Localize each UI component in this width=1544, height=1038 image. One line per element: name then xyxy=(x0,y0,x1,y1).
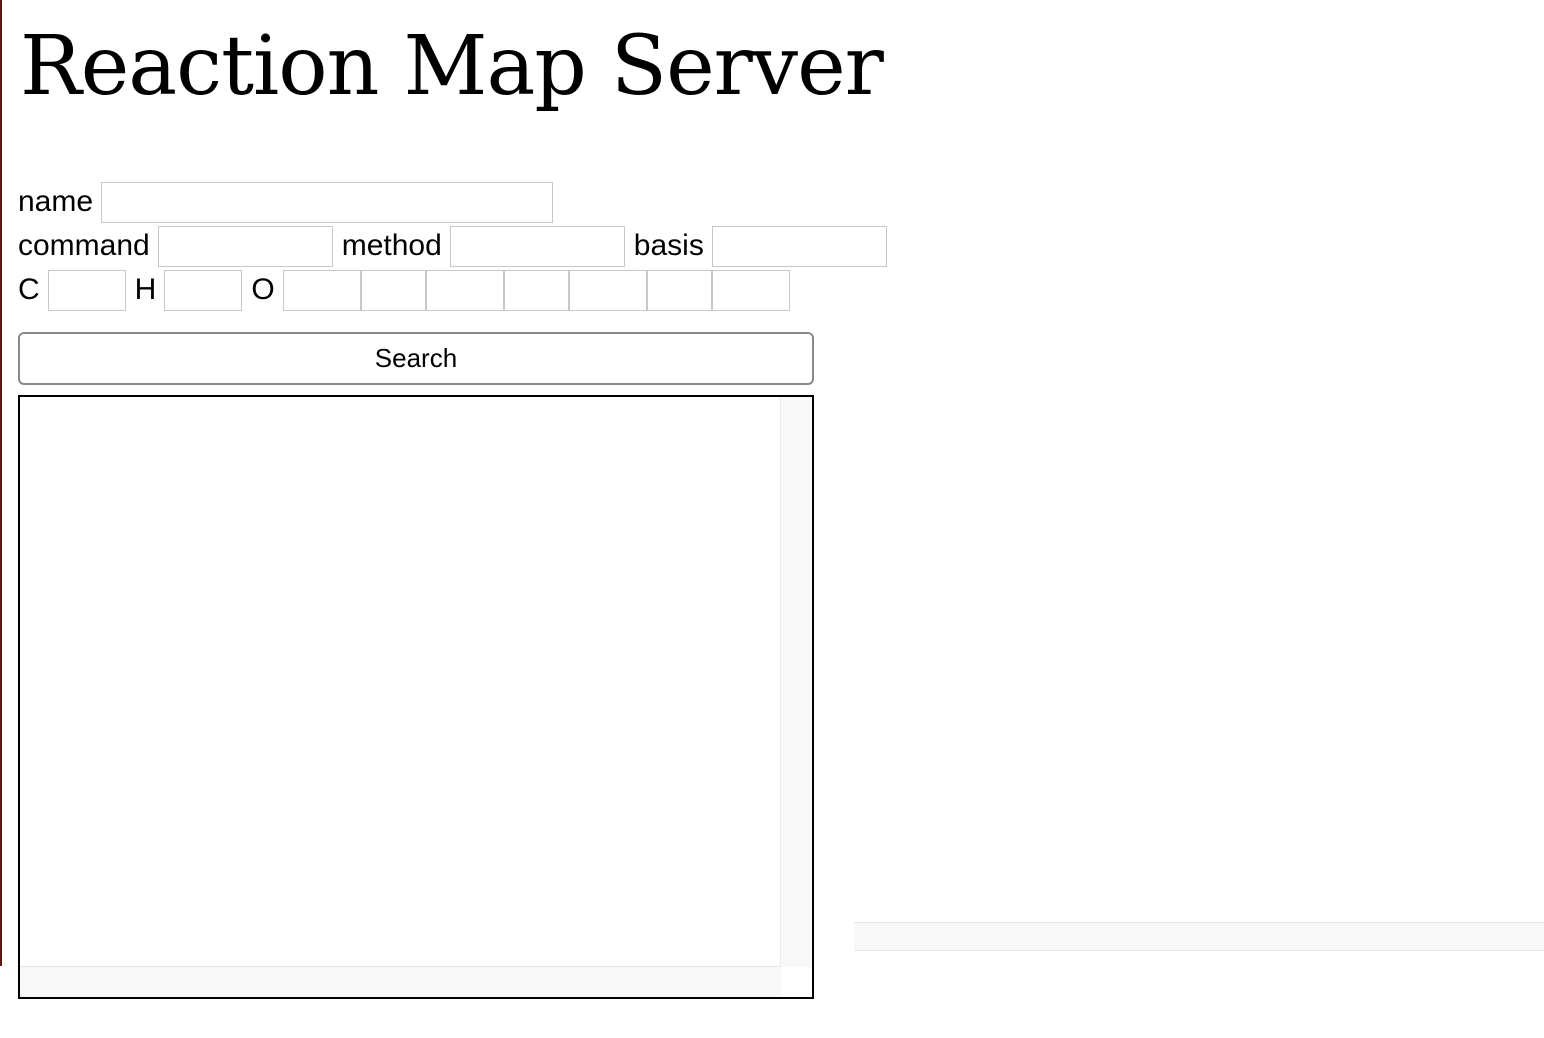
scrollbar-corner xyxy=(781,967,812,997)
hydrogen-label: H xyxy=(134,273,157,306)
results-panel[interactable] xyxy=(18,395,814,999)
oxygen-label: O xyxy=(251,273,275,306)
method-label: method xyxy=(341,229,442,262)
results-horizontal-scrollbar[interactable] xyxy=(20,966,781,997)
name-row: name xyxy=(18,181,554,223)
extra-element-symbol-input[interactable] xyxy=(646,269,712,311)
basis-label: basis xyxy=(633,229,704,262)
extra-element-count-input[interactable] xyxy=(568,269,647,311)
extra-element-count-input[interactable] xyxy=(425,269,504,311)
results-vertical-scrollbar[interactable] xyxy=(780,397,812,967)
hydrogen-count-input[interactable] xyxy=(164,269,243,311)
command-input[interactable] xyxy=(157,225,333,267)
search-button[interactable]: Search xyxy=(18,332,814,385)
method-input[interactable] xyxy=(449,225,625,267)
oxygen-count-input[interactable] xyxy=(282,269,361,311)
window-edge xyxy=(0,0,2,966)
page-horizontal-scrollbar[interactable] xyxy=(854,922,1544,951)
composition-row: C H O xyxy=(18,269,790,311)
name-input[interactable] xyxy=(101,181,554,223)
carbon-label: C xyxy=(18,273,40,306)
carbon-count-input[interactable] xyxy=(47,269,126,311)
extra-element-symbol-input[interactable] xyxy=(360,269,426,311)
results-list xyxy=(20,397,781,967)
command-label: command xyxy=(18,229,150,262)
extra-element-count-input[interactable] xyxy=(711,269,790,311)
basis-input[interactable] xyxy=(711,225,887,267)
command-row: command method basis xyxy=(18,225,887,267)
page-title: Reaction Map Server xyxy=(20,19,884,114)
name-label: name xyxy=(18,185,94,218)
extra-element-symbol-input[interactable] xyxy=(503,269,569,311)
